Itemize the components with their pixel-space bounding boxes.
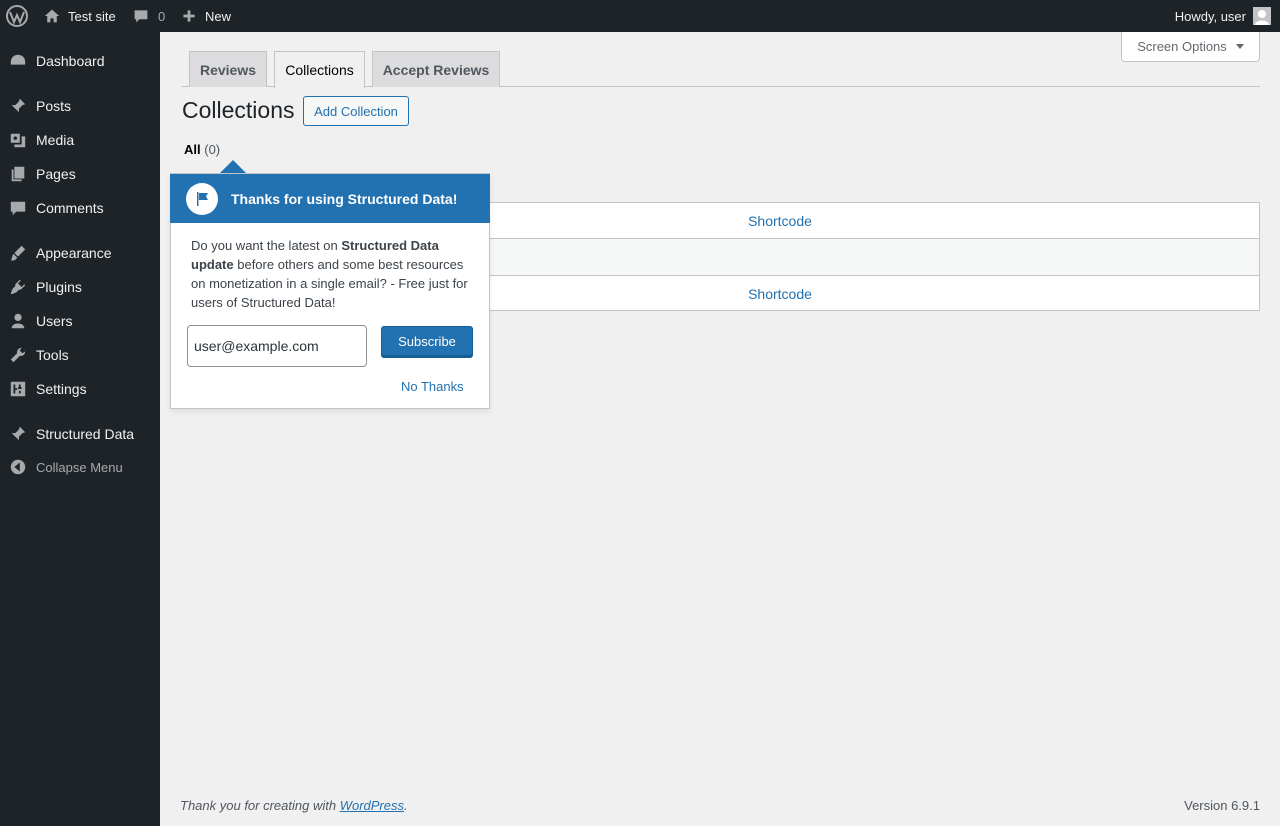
tab-label: Reviews [199,61,257,78]
wordpress-logo-icon[interactable] [5,0,29,32]
comment-icon [134,10,148,23]
media-icon [0,131,36,149]
no-thanks-link[interactable]: No Thanks [401,379,464,394]
new-content-link[interactable]: New [182,0,231,32]
sidebar-item-plugins[interactable]: Plugins [0,270,160,304]
plus-icon [183,10,195,22]
page-title: Collections [182,97,295,123]
filter-count: (0) [204,142,221,157]
tab-label: Collections [285,62,354,78]
footer-version: Version 6.9.1 [1184,798,1260,813]
pointer-header: Thanks for using Structured Data! [170,174,490,223]
sidebar-item-label: Media [36,132,75,148]
tab-accept-reviews[interactable]: Accept Reviews [372,51,500,87]
account-menu[interactable]: Howdy, user [1175,0,1271,32]
admin-sidebar: Dashboard Posts Media Pages Comments App… [0,32,160,826]
howdy-text: Howdy, user [1174,8,1246,24]
pin-icon [0,425,36,443]
subscribe-pointer-popup: Thanks for using Structured Data! Do you… [170,173,490,409]
site-name: Test site [68,8,116,24]
sidebar-item-structured-data[interactable]: Structured Data [0,417,160,451]
comments-link[interactable]: 0 [133,0,165,32]
settings-icon [0,380,36,398]
sidebar-item-comments[interactable]: Comments [0,191,160,225]
sidebar-item-dashboard[interactable]: Dashboard [0,44,160,78]
filter-all-link[interactable]: All (0) [184,142,220,157]
sidebar-item-label: Posts [36,98,72,114]
filter-label: All [184,142,201,157]
flag-icon [186,182,218,215]
sidebar-item-label: Structured Data [36,426,135,442]
footer-thanks: Thank you for creating with WordPress. [180,798,408,813]
wrench-icon [0,346,36,364]
dashboard-icon [0,52,36,70]
tab-collections[interactable]: Collections [274,51,365,88]
collapse-arrow-icon [0,458,36,476]
shortcode-column-header[interactable]: Shortcode [748,213,812,229]
sidebar-item-label: Comments [36,200,104,216]
sidebar-item-label: Plugins [36,279,82,295]
new-label: New [205,8,232,24]
sidebar-item-pages[interactable]: Pages [0,157,160,191]
comment-icon [0,199,36,217]
footer-text: . [404,798,408,813]
shortcode-column-footer[interactable]: Shortcode [748,286,812,302]
home-icon [44,9,60,23]
sidebar-item-label: Settings [36,381,87,397]
collapse-menu-label: Collapse Menu [36,459,123,475]
site-name-link[interactable]: Test site [44,0,116,32]
sidebar-item-appearance[interactable]: Appearance [0,236,160,270]
subscribe-button[interactable]: Subscribe [381,326,473,356]
pin-icon [0,97,36,115]
avatar [1253,7,1271,25]
user-icon [0,312,36,330]
add-collection-button[interactable]: Add Collection [303,96,409,126]
sidebar-item-tools[interactable]: Tools [0,338,160,372]
sidebar-item-settings[interactable]: Settings [0,372,160,406]
plugin-icon [0,278,36,296]
comments-count: 0 [158,8,166,24]
pages-icon [0,165,36,183]
nav-tabs: Reviews Collections Accept Reviews [182,51,1260,88]
message-text: Do you want the latest on [191,238,342,253]
pointer-title: Thanks for using Structured Data! [231,190,458,207]
footer-text: Thank you for creating with [180,798,340,813]
tab-reviews[interactable]: Reviews [189,51,267,87]
sidebar-item-label: Dashboard [36,53,105,69]
sidebar-item-label: Pages [36,166,76,182]
sidebar-item-label: Tools [36,347,69,363]
pointer-message: Do you want the latest on Structured Dat… [191,236,476,312]
email-field[interactable] [187,325,367,367]
tab-label: Accept Reviews [382,61,490,78]
sidebar-item-media[interactable]: Media [0,123,160,157]
caret-down-icon [1235,44,1244,49]
sidebar-item-users[interactable]: Users [0,304,160,338]
collapse-menu-button[interactable]: Collapse Menu [0,450,160,484]
admin-bar: Test site 0 New Howdy, user [0,0,1280,32]
brush-icon [0,244,36,262]
sidebar-item-label: Appearance [36,245,112,261]
wordpress-link[interactable]: WordPress [340,798,404,813]
sidebar-item-posts[interactable]: Posts [0,89,160,123]
pointer-arrow [220,160,246,173]
sidebar-item-label: Users [36,313,73,329]
